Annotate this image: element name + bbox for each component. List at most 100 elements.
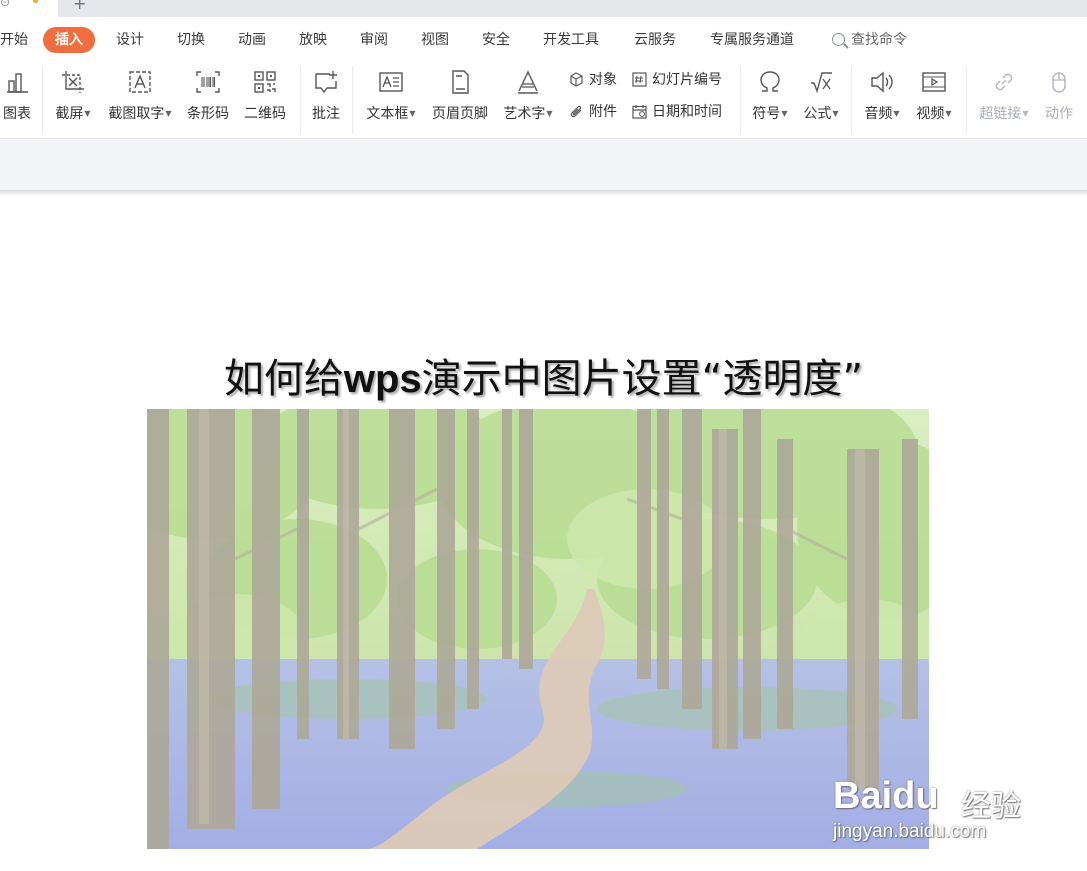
video-icon <box>922 72 946 92</box>
barcode-icon <box>196 71 220 93</box>
wordart-button[interactable]: 艺术字▼ <box>499 63 557 138</box>
omega-icon <box>760 71 780 92</box>
dropdown-caret-icon[interactable]: ▼ <box>832 109 838 118</box>
hyperlink-label: 超链接 <box>979 106 1022 122</box>
ribbon-bottom-band <box>0 138 1087 190</box>
tab-slideshow[interactable]: 放映 <box>299 27 327 53</box>
ocr-screenshot-button[interactable]: 截图取字▼ <box>103 63 177 138</box>
slide-number-label: 幻灯片编号 <box>652 72 722 88</box>
barcode-button[interactable]: 条形码 <box>183 63 233 138</box>
action-label: 动作 <box>1045 106 1073 122</box>
tab-cloud-services[interactable]: 云服务 <box>634 27 676 53</box>
chart-label: 图表 <box>3 106 31 122</box>
document-tab[interactable]: ⊙ <box>0 0 58 17</box>
dropdown-caret-icon[interactable]: ▼ <box>546 109 552 118</box>
video-label: 视频 <box>916 106 945 122</box>
tab-design[interactable]: 设计 <box>116 27 144 53</box>
action-button: 动作 <box>1040 63 1078 138</box>
attachment-label: 附件 <box>589 104 617 120</box>
bar-chart-icon <box>7 73 28 93</box>
title-strip: ⊙ + <box>0 0 1087 17</box>
tab-review[interactable]: 审阅 <box>360 27 388 53</box>
ribbon-divider <box>300 66 301 134</box>
textbox-label: 文本框 <box>366 106 409 122</box>
dropdown-caret-icon[interactable]: ▼ <box>409 109 415 118</box>
ribbon-divider <box>42 66 43 134</box>
ribbon-divider <box>352 66 353 134</box>
formula-button[interactable]: 公式▼ <box>798 63 844 138</box>
command-search[interactable]: 查找命令 <box>832 27 907 53</box>
dropdown-caret-icon: ▼ <box>1022 109 1029 118</box>
symbol-button[interactable]: 符号▼ <box>747 63 793 138</box>
new-tab-icon[interactable]: + <box>73 0 86 13</box>
formula-label: 公式 <box>803 106 832 122</box>
tab-home[interactable]: 开始 <box>0 27 28 53</box>
date-time-label: 日期和时间 <box>652 104 722 120</box>
screenshot-button[interactable]: 截屏▼ <box>50 63 96 138</box>
tab-insert[interactable]: 插入 <box>43 27 95 53</box>
qrcode-button[interactable]: 二维码 <box>240 63 290 138</box>
hyperlink-button: 超链接▼ <box>973 63 1035 138</box>
command-search-label: 查找命令 <box>851 32 907 48</box>
header-footer-label: 页眉页脚 <box>432 106 488 122</box>
watermark-logo-text: Baidu <box>833 775 939 818</box>
calendar-icon <box>632 105 647 119</box>
attachment-button[interactable]: 附件 <box>569 101 617 123</box>
link-icon <box>995 73 1013 91</box>
chart-button[interactable]: 图表 <box>0 63 34 138</box>
tab-animation[interactable]: 动画 <box>238 27 266 53</box>
forest-picture[interactable] <box>147 409 929 849</box>
header-footer-button[interactable]: 页眉页脚 <box>428 63 492 138</box>
comment-label: 批注 <box>312 106 340 122</box>
mouse-icon <box>1052 72 1066 93</box>
baidu-jingyan-watermark: Baidu 经验 jingyan.baidu.com <box>833 751 1043 851</box>
dropdown-caret-icon[interactable]: ▼ <box>781 109 787 118</box>
ribbon-divider <box>851 66 852 134</box>
slide-number-icon <box>632 72 647 87</box>
tab-exclusive-service[interactable]: 专属服务通道 <box>710 27 794 53</box>
tab-security[interactable]: 安全 <box>482 27 510 53</box>
object-label: 对象 <box>589 72 617 88</box>
screenshot-icon <box>62 71 84 93</box>
audio-label: 音频 <box>864 106 893 122</box>
slide-title[interactable]: 如何给wps演示中图片设置“透明度” <box>0 346 1087 404</box>
bluebell-forest-image <box>147 409 929 849</box>
menu-bar: 开始 插入 设计 切换 动画 放映 审阅 视图 安全 开发工具 云服务 专属服务… <box>0 17 1087 63</box>
dropdown-caret-icon[interactable]: ▼ <box>945 109 951 118</box>
dropdown-caret-icon[interactable]: ▼ <box>84 109 90 118</box>
watermark-logo-bai: Bai <box>833 775 893 817</box>
paw-icon: du <box>892 775 938 817</box>
screenshot-label: 截屏 <box>55 106 84 122</box>
paperclip-icon <box>570 105 582 118</box>
slide-title-prefix: 如何给 <box>223 356 344 402</box>
text-capture-icon <box>129 71 151 93</box>
audio-button[interactable]: 音频▼ <box>858 63 906 138</box>
textbox-icon <box>379 72 403 92</box>
ribbon-divider <box>966 66 967 134</box>
header-footer-icon <box>452 70 469 94</box>
insert-ribbon: 图表 截屏▼ 截图取字▼ 条形码 二维码 批注 文本框▼ 页眉页脚 艺术字▼ 对… <box>0 63 1087 138</box>
comment-icon <box>315 71 337 94</box>
barcode-label: 条形码 <box>187 106 229 122</box>
object-button[interactable]: 对象 <box>569 69 617 91</box>
video-button[interactable]: 视频▼ <box>910 63 958 138</box>
dropdown-caret-icon[interactable]: ▼ <box>893 109 899 118</box>
comment-button[interactable]: 批注 <box>306 63 346 138</box>
slide-title-bold: wps <box>343 357 422 401</box>
object-icon <box>570 72 583 87</box>
ocr-label: 截图取字 <box>108 106 165 122</box>
formula-icon <box>811 72 832 94</box>
slide-number-button[interactable]: 幻灯片编号 <box>632 69 722 91</box>
search-icon <box>832 33 845 46</box>
tab-transition[interactable]: 切换 <box>177 27 205 53</box>
tab-view[interactable]: 视图 <box>421 27 449 53</box>
watermark-cn-text: 经验 <box>961 789 1021 824</box>
document-icon: ⊙ <box>0 0 11 9</box>
watermark-url-text: jingyan.baidu.com <box>833 821 987 842</box>
textbox-button[interactable]: 文本框▼ <box>359 63 423 138</box>
tab-developer-tools[interactable]: 开发工具 <box>543 27 599 53</box>
ribbon-divider <box>740 66 741 134</box>
watermark-logo-du: du <box>892 775 939 817</box>
date-time-button[interactable]: 日期和时间 <box>632 101 722 123</box>
dropdown-caret-icon[interactable]: ▼ <box>165 109 171 118</box>
